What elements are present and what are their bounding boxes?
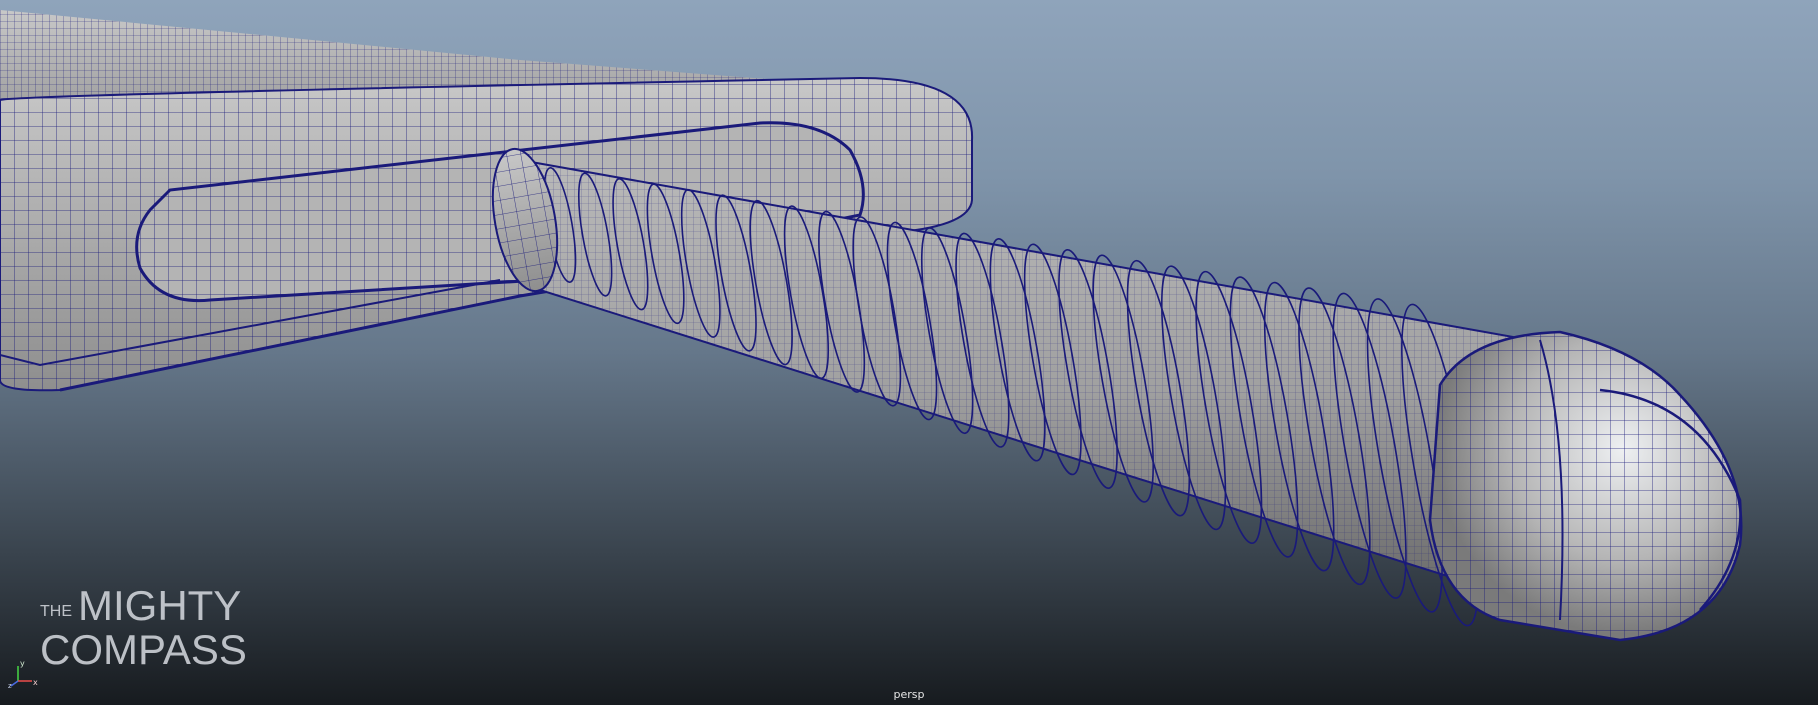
maya-viewport[interactable]: THE MIGHTY COMPASS y x z persp	[0, 0, 1818, 705]
grip-mesh[interactable]	[483, 144, 1532, 630]
axis-label-y: y	[20, 659, 25, 668]
pommel-mesh[interactable]	[1428, 330, 1743, 642]
camera-name-label: persp	[893, 688, 925, 701]
axis-gizmo: y x z	[8, 659, 38, 689]
watermark-line1: MIGHTY	[78, 582, 241, 629]
mighty-compass-watermark: THE MIGHTY COMPASS	[40, 582, 247, 670]
watermark-line1-prefix: THE	[40, 603, 72, 620]
axis-label-x: x	[33, 678, 38, 687]
watermark-line2: COMPASS	[40, 626, 247, 670]
